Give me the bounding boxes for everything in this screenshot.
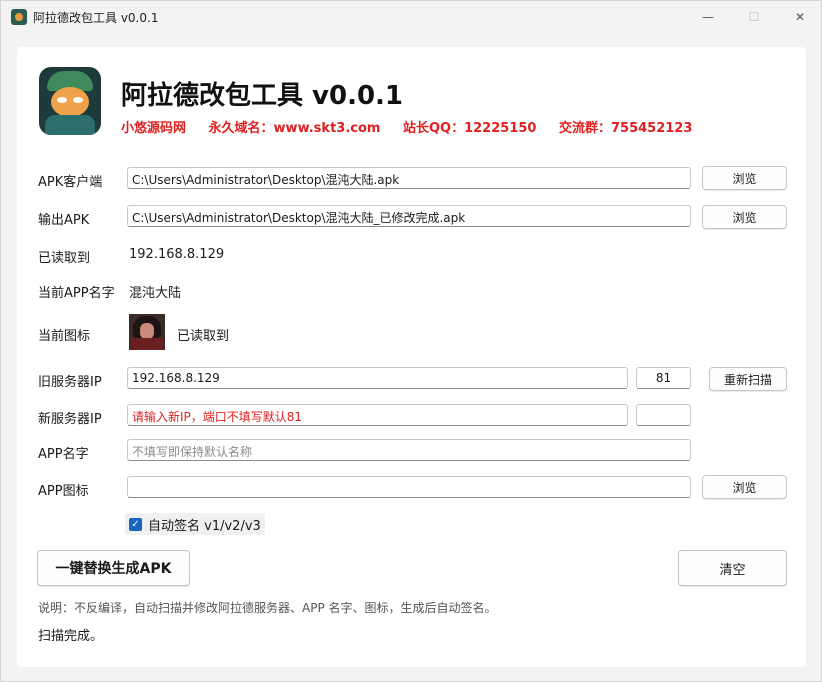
instructions-note: 说明：不反编译，自动扫描并修改阿拉德服务器、APP 名字、图标，生成后自动签名。	[38, 601, 497, 615]
old-server-port-input[interactable]: 81	[636, 367, 691, 389]
promo-group: 交流群：755452123	[558, 121, 693, 136]
current-icon-label: 当前图标	[38, 329, 91, 344]
app-icon	[11, 9, 27, 25]
app-name-input[interactable]: 不填写即保持默认名称	[127, 439, 691, 461]
apk-client-label: APK客户端	[38, 175, 103, 190]
read-label: 已读取到	[38, 251, 91, 266]
app-icon-label: APP图标	[38, 484, 89, 499]
promo-domain: 永久域名：www.skt3.com	[208, 121, 381, 136]
output-apk-browse-button[interactable]: 浏览	[702, 205, 787, 229]
clear-button[interactable]: 清空	[678, 550, 787, 586]
auto-sign-label: 自动签名 v1/v2/v3	[148, 518, 261, 534]
close-button[interactable]: ✕	[777, 1, 822, 33]
maximize-icon: ☐	[748, 10, 760, 24]
old-server-label: 旧服务器IP	[38, 375, 102, 390]
app-icon-browse-button[interactable]: 浏览	[702, 475, 787, 499]
new-server-port-input[interactable]	[636, 404, 691, 426]
close-icon: ✕	[794, 10, 806, 24]
current-app-icon	[129, 314, 165, 350]
read-value: 192.168.8.129	[129, 247, 225, 262]
promo-line: 小悠源码网 永久域名：www.skt3.com 站长QQ：12225150 交流…	[121, 117, 710, 136]
output-apk-input[interactable]: C:\Users\Administrator\Desktop\混沌大陆_已修改完…	[127, 205, 691, 227]
window-title: 阿拉德改包工具 v0.0.1	[33, 11, 159, 25]
generate-apk-button[interactable]: 一键替换生成APK	[37, 550, 190, 586]
apk-client-input[interactable]: C:\Users\Administrator\Desktop\混沌大陆.apk	[127, 167, 691, 189]
page-title: 阿拉德改包工具 v0.0.1	[121, 81, 404, 111]
new-server-label: 新服务器IP	[38, 412, 102, 427]
main-panel: 阿拉德改包工具 v0.0.1 小悠源码网 永久域名：www.skt3.com 站…	[17, 47, 806, 667]
promo-qq: 站长QQ：12225150	[402, 121, 537, 136]
old-server-ip-input[interactable]: 192.168.8.129	[127, 367, 628, 389]
minimize-icon: —	[702, 10, 714, 24]
status-text: 扫描完成。	[38, 629, 104, 644]
promo-site: 小悠源码网	[121, 121, 187, 136]
app-name-label: APP名字	[38, 447, 89, 462]
current-app-name-value: 混沌大陆	[129, 286, 182, 301]
output-apk-label: 输出APK	[38, 213, 90, 228]
auto-sign-checkbox-row[interactable]: ✓ 自动签名 v1/v2/v3	[125, 513, 265, 535]
title-bar[interactable]: 阿拉德改包工具 v0.0.1 — ☐ ✕	[1, 1, 821, 33]
current-icon-status: 已读取到	[177, 329, 230, 344]
apk-client-browse-button[interactable]: 浏览	[702, 166, 787, 190]
new-server-ip-input[interactable]: 请输入新IP，端口不填写默认81	[127, 404, 628, 426]
maximize-button[interactable]: ☐	[731, 1, 777, 33]
auto-sign-checkbox[interactable]: ✓	[129, 517, 142, 531]
current-app-name-label: 当前APP名字	[38, 286, 115, 301]
logo-icon	[39, 67, 101, 135]
minimize-button[interactable]: —	[685, 1, 731, 33]
app-window: 阿拉德改包工具 v0.0.1 — ☐ ✕ 阿拉德改包工具 v0.0.1 小悠源码…	[0, 0, 822, 682]
app-icon-input[interactable]	[127, 476, 691, 498]
rescan-button[interactable]: 重新扫描	[709, 367, 787, 391]
